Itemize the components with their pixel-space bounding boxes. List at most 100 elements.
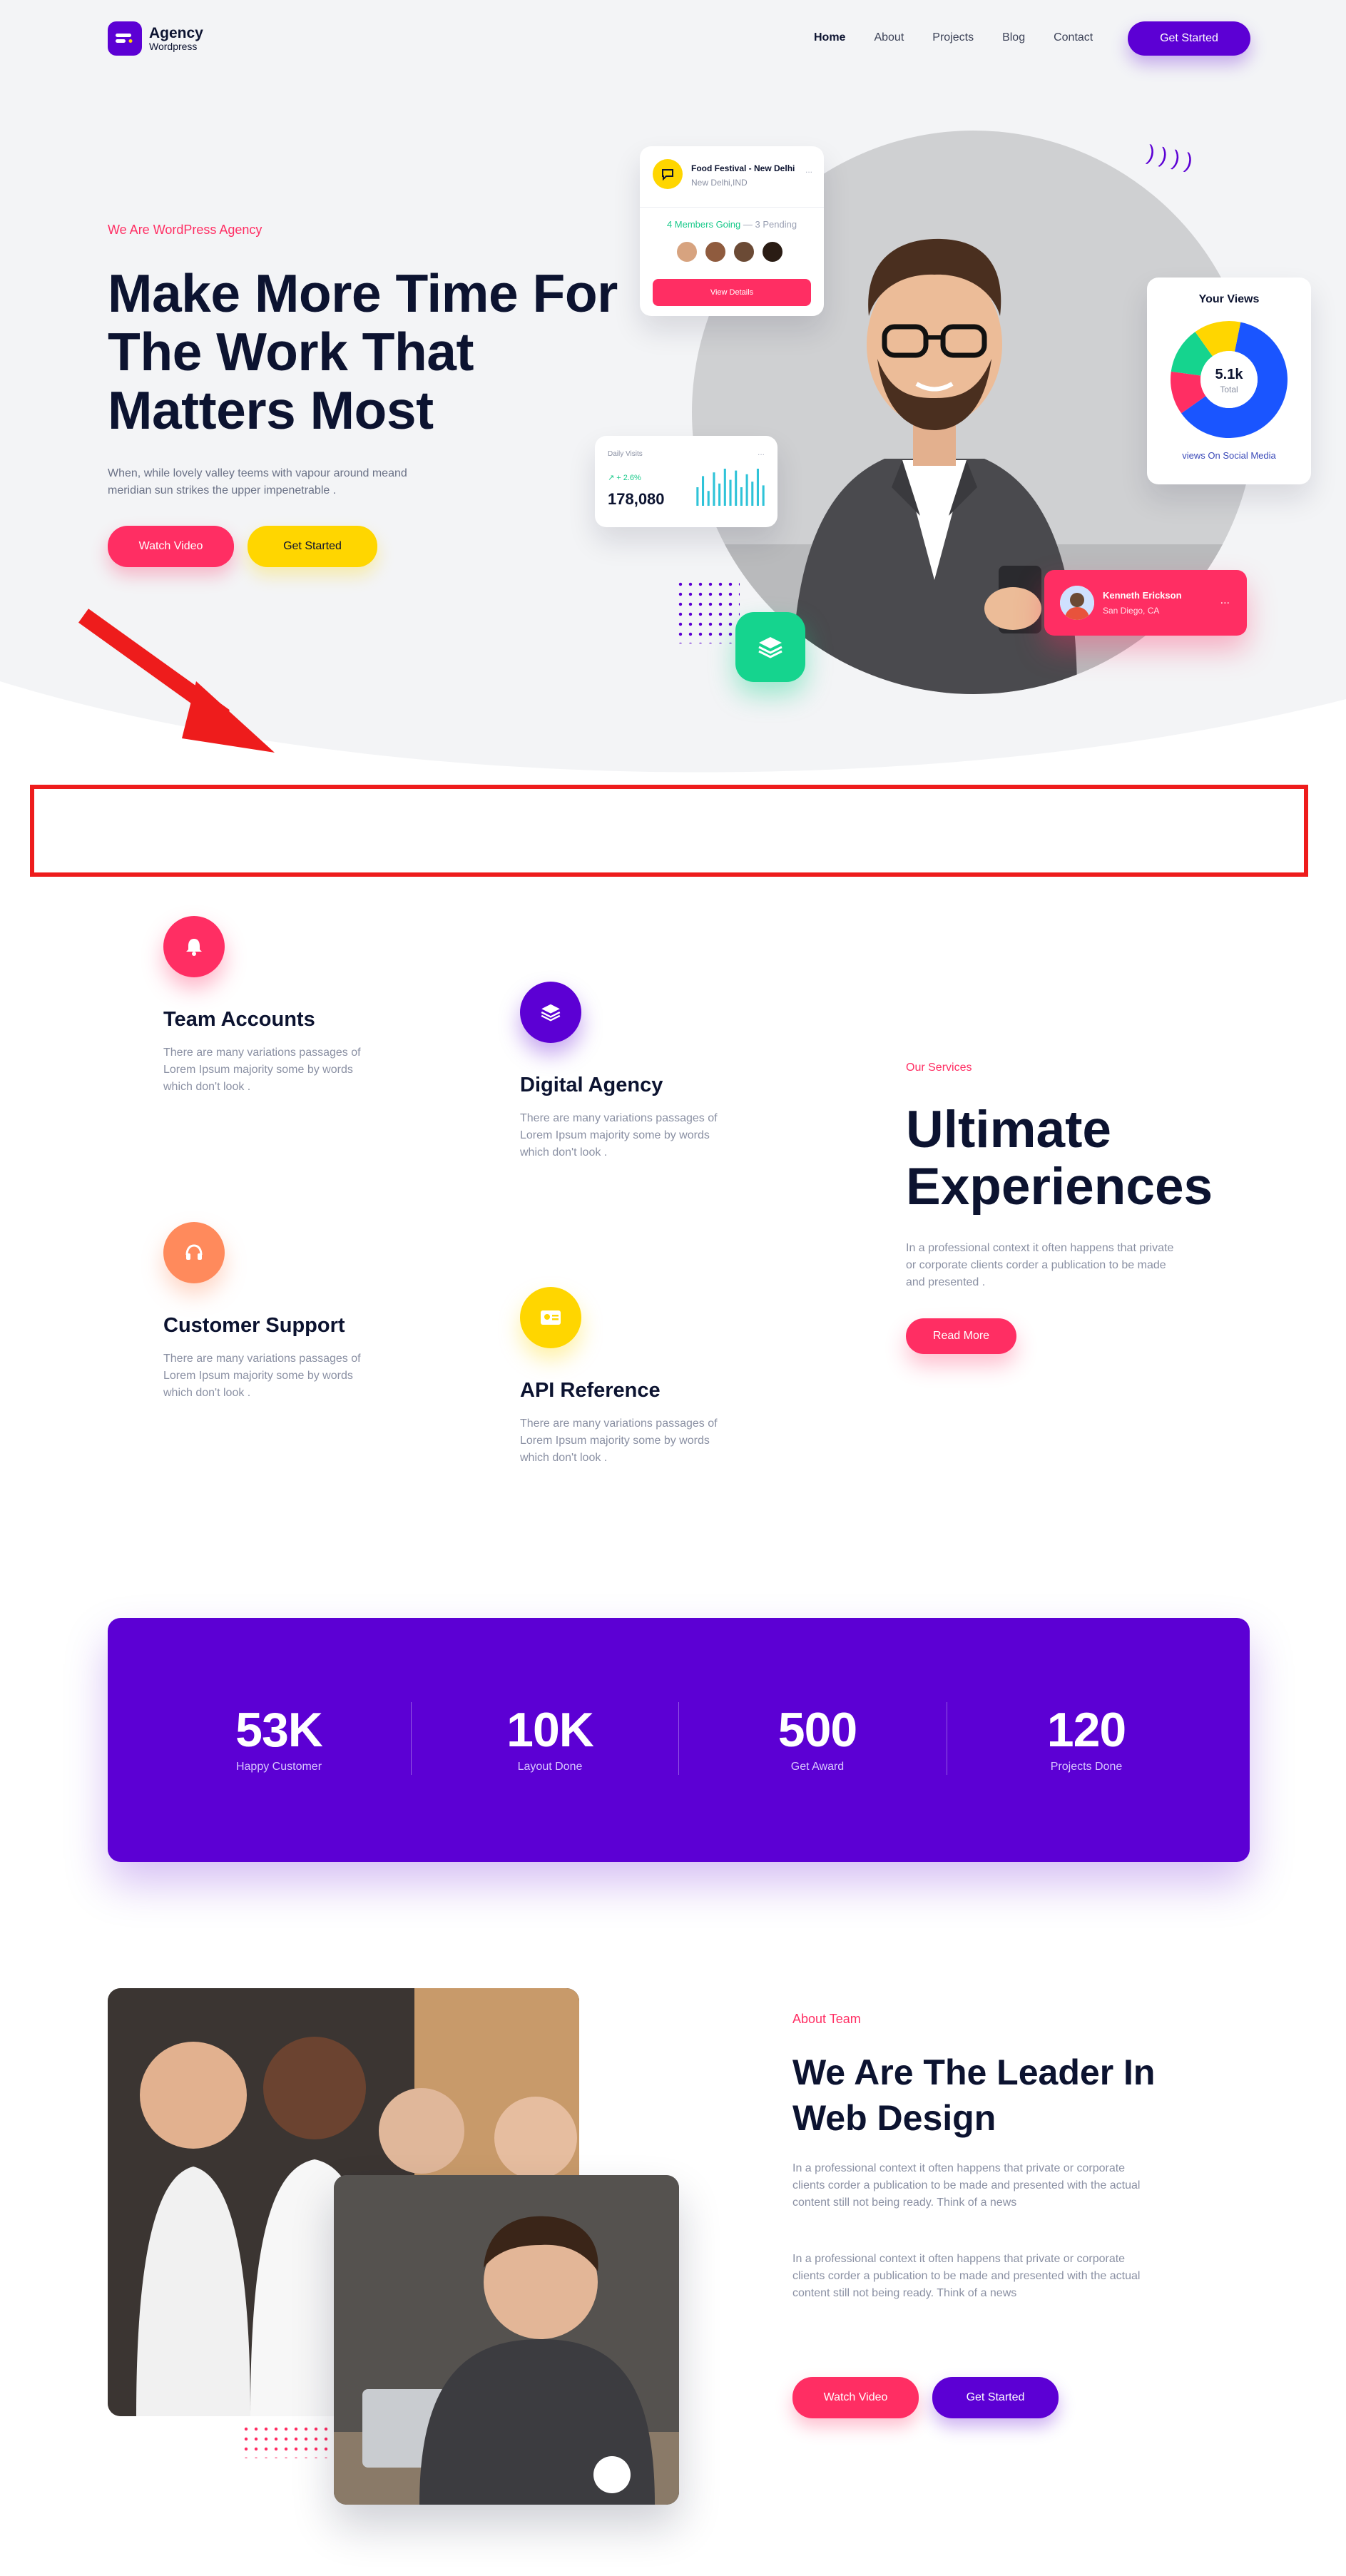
avatar <box>761 240 784 263</box>
hero-get-started-button[interactable]: Get Started <box>248 526 377 567</box>
service-title: API Reference <box>520 1379 661 1402</box>
stat-label: Projects Done <box>1050 1761 1123 1773</box>
stat-divider <box>411 1702 412 1775</box>
stat-value: 500 <box>777 1703 857 1757</box>
visits-bar <box>702 476 705 506</box>
nav-get-started-button[interactable]: Get Started <box>1128 21 1250 56</box>
hero-title: Make More Time For The Work That Matters… <box>108 263 618 440</box>
services-heading: Ultimate Experiences <box>906 1101 1213 1216</box>
visits-bar <box>718 483 721 506</box>
nav-home[interactable]: Home <box>814 31 845 44</box>
visits-bar <box>740 487 743 506</box>
profile-card[interactable]: Kenneth Erickson San Diego, CA ... <box>1044 570 1247 636</box>
profile-location: San Diego, CA <box>1103 606 1160 616</box>
service-description: There are many variations passages of Lo… <box>163 1353 361 1399</box>
services-heading-line2: Experiences <box>906 1158 1213 1216</box>
nav-projects[interactable]: Projects <box>932 31 974 44</box>
service-description: There are many variations passages of Lo… <box>520 1112 718 1159</box>
view-details-button[interactable]: View Details <box>653 279 811 306</box>
about-watch-video-button[interactable]: Watch Video <box>792 2377 919 2418</box>
service-title: Digital Agency <box>520 1074 663 1096</box>
brand-name: Agency <box>149 24 203 41</box>
avatar <box>1060 586 1094 620</box>
stat-divider <box>678 1702 679 1775</box>
service-description: There are many variations passages of Lo… <box>163 1047 361 1093</box>
annotation-highlight-box <box>30 785 1308 877</box>
hero-eyebrow: We Are WordPress Agency <box>108 223 262 237</box>
visits-bar <box>696 487 699 506</box>
visits-menu-icon[interactable]: ... <box>758 447 765 457</box>
chat-icon <box>653 159 683 189</box>
event-menu-icon[interactable]: ... <box>805 165 812 175</box>
layers-icon <box>735 612 805 682</box>
service-description: There are many variations passages of Lo… <box>520 1417 718 1464</box>
services-eyebrow: Our Services <box>906 1062 972 1074</box>
nav-contact[interactable]: Contact <box>1054 31 1093 44</box>
stat-value: 120 <box>1046 1703 1126 1757</box>
stat-value: 10K <box>506 1703 594 1757</box>
event-title: Food Festival - New Delhi <box>691 163 795 173</box>
about-eyebrow: About Team <box>792 2012 861 2026</box>
stat-happy-customer: 53K Happy Customer <box>172 1702 386 1773</box>
about-paragraph-2: In a professional context it often happe… <box>792 2253 1141 2299</box>
visits-value: 178,080 <box>608 490 665 508</box>
stat-get-award: 500 Get Award <box>710 1702 924 1773</box>
main-nav: Home About Projects Blog Contact <box>814 31 1093 44</box>
visits-bar <box>745 474 748 506</box>
daily-visits-card: Daily Visits ... ↗ + 2.6% 178,080 <box>595 436 777 527</box>
event-members: 4 Members Going — 3 Pending <box>640 219 824 230</box>
visits-sparkbars <box>696 469 765 506</box>
avatar <box>675 240 698 263</box>
service-title: Team Accounts <box>163 1008 315 1031</box>
visits-bar <box>723 469 726 506</box>
profile-menu-icon[interactable]: ... <box>1220 594 1230 607</box>
service-customer-support: Customer Support There are many variatio… <box>163 1222 370 1402</box>
visits-bar <box>713 472 715 506</box>
views-caption: views On Social Media <box>1182 450 1276 461</box>
avatar <box>704 240 727 263</box>
visits-bar <box>762 485 765 506</box>
decorative-dot-grid <box>241 2424 334 2458</box>
visits-delta: ↗ + 2.6% <box>608 474 641 482</box>
views-total-value: 5.1k <box>1215 367 1243 382</box>
services-heading-line1: Ultimate <box>906 1101 1112 1159</box>
services-text: In a professional context it often happe… <box>906 1242 1174 1288</box>
event-location: New Delhi,IND <box>691 178 748 188</box>
views-title: Your Views <box>1198 293 1260 305</box>
nav-about[interactable]: About <box>874 31 904 44</box>
views-total-unit: Total <box>1220 385 1238 394</box>
service-api-reference: API Reference There are many variations … <box>520 1287 727 1467</box>
stat-label: Happy Customer <box>235 1761 322 1773</box>
hero-subtitle: When, while lovely valley teems with vap… <box>108 467 407 497</box>
businessman-photo <box>334 2175 679 2505</box>
about-heading: We Are The Leader In Web Design <box>792 2052 1156 2138</box>
visits-bar <box>735 470 738 506</box>
hero-watch-video-button[interactable]: Watch Video <box>108 526 234 567</box>
visits-bar <box>729 479 732 506</box>
your-views-card: Your Views 5.1k Total views On Social Me… <box>1147 278 1311 484</box>
stat-label: Layout Done <box>517 1761 583 1773</box>
stat-projects-done: 120 Projects Done <box>979 1702 1193 1773</box>
profile-name: Kenneth Erickson <box>1103 590 1182 601</box>
nav-blog[interactable]: Blog <box>1002 31 1025 44</box>
about-get-started-button[interactable]: Get Started <box>932 2377 1059 2418</box>
members-pending: — 3 Pending <box>743 219 797 230</box>
service-team-accounts: Team Accounts There are many variations … <box>163 916 370 1096</box>
visits-label: Daily Visits <box>608 450 643 458</box>
brand-logo[interactable]: Agency Wordpress <box>108 21 203 56</box>
layers-icon <box>520 982 581 1043</box>
stat-value: 53K <box>235 1703 323 1757</box>
stat-layout-done: 10K Layout Done <box>443 1702 657 1773</box>
visits-bar <box>751 482 754 506</box>
visits-bar <box>707 491 710 506</box>
stat-label: Get Award <box>790 1761 845 1773</box>
stats-banner: 53K Happy Customer 10K Layout Done 500 G… <box>108 1618 1250 1862</box>
read-more-button[interactable]: Read More <box>906 1318 1016 1354</box>
member-avatars <box>675 240 784 263</box>
about-paragraph-1: In a professional context it often happe… <box>792 2162 1141 2209</box>
members-going: 4 Members Going <box>666 219 741 230</box>
service-digital-agency: Digital Agency There are many variations… <box>520 982 727 1161</box>
brand-tagline: Wordpress <box>149 40 198 52</box>
logo-icon <box>108 21 142 56</box>
avatar <box>733 240 755 263</box>
